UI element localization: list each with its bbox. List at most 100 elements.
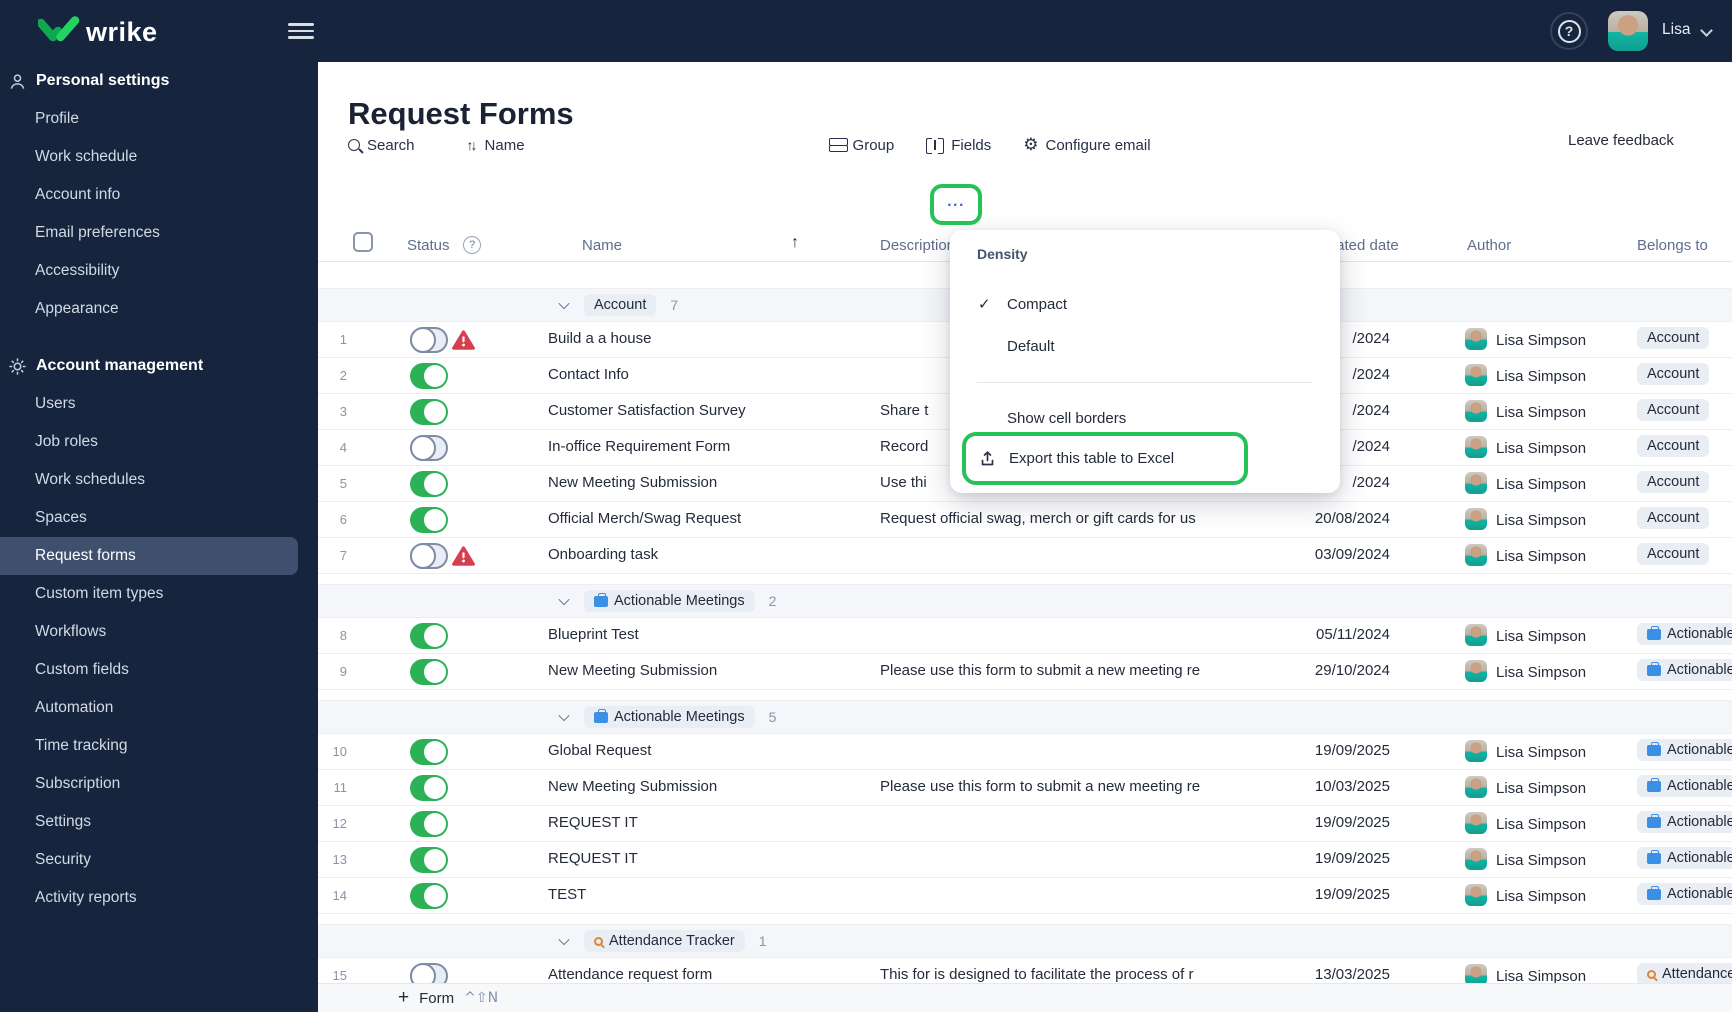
sidebar-item-spaces[interactable]: Spaces bbox=[0, 499, 318, 537]
menu-item-show-cell-borders[interactable]: Show cell borders bbox=[950, 400, 1340, 436]
sidebar-item-custom-item-types[interactable]: Custom item types bbox=[0, 575, 318, 613]
belongs-badge[interactable]: Account bbox=[1637, 399, 1710, 421]
status-toggle[interactable] bbox=[410, 327, 448, 353]
more-options-button[interactable]: ... bbox=[930, 184, 982, 225]
configure-email-button[interactable]: ⚙ Configure email bbox=[1023, 136, 1150, 154]
status-help-icon[interactable]: ? bbox=[463, 236, 481, 254]
status-toggle[interactable] bbox=[410, 507, 448, 533]
chevron-down-icon[interactable] bbox=[558, 297, 570, 310]
status-toggle[interactable] bbox=[410, 363, 448, 389]
form-name[interactable]: Contact Info bbox=[548, 366, 878, 383]
belongs-badge[interactable]: Actionable Meetings bbox=[1637, 739, 1732, 761]
status-toggle[interactable] bbox=[410, 847, 448, 873]
form-name[interactable]: Customer Satisfaction Survey bbox=[548, 402, 878, 419]
column-header-author[interactable]: Author bbox=[1467, 237, 1511, 254]
table-row[interactable]: 8 Blueprint Test 05/11/2024 Lisa Simpson Act… bbox=[318, 618, 1732, 654]
status-toggle[interactable] bbox=[410, 623, 448, 649]
belongs-badge[interactable]: Account bbox=[1637, 471, 1710, 493]
form-name[interactable]: REQUEST IT bbox=[548, 814, 878, 831]
status-toggle[interactable] bbox=[410, 883, 448, 909]
sidebar-item-request-forms[interactable]: Request forms bbox=[0, 537, 298, 575]
menu-item-default[interactable]: Default bbox=[950, 328, 1340, 364]
sidebar-item-work-schedules[interactable]: Work schedules bbox=[0, 461, 318, 499]
table-row[interactable]: 6 Official Merch/Swag Request Request offi… bbox=[318, 502, 1732, 538]
select-all-checkbox[interactable] bbox=[353, 232, 373, 252]
belongs-badge[interactable]: Actionable Meetings bbox=[1637, 847, 1732, 869]
status-toggle[interactable] bbox=[410, 399, 448, 425]
belongs-badge[interactable]: Attendance Tracker bbox=[1637, 963, 1732, 985]
group-badge[interactable]: Actionable Meetings bbox=[584, 706, 755, 728]
table-row[interactable]: 10 Global Request 19/09/2025 Lisa Simpson Ac… bbox=[318, 734, 1732, 770]
form-name[interactable]: TEST bbox=[548, 886, 878, 903]
form-name[interactable]: Onboarding task bbox=[548, 546, 878, 563]
sidebar-item-work-schedule[interactable]: Work schedule bbox=[0, 138, 318, 176]
belongs-badge[interactable]: Actionable Meetings bbox=[1637, 623, 1732, 645]
table-row[interactable]: 9 New Meeting Submission Please use this f… bbox=[318, 654, 1732, 690]
menu-item-compact[interactable]: ✓ Compact bbox=[950, 286, 1340, 322]
sidebar-item-accessibility[interactable]: Accessibility bbox=[0, 252, 318, 290]
form-name[interactable]: Official Merch/Swag Request bbox=[548, 510, 878, 527]
group-badge[interactable]: Account bbox=[584, 294, 657, 316]
sidebar-item-settings[interactable]: Settings bbox=[0, 803, 318, 841]
belongs-badge[interactable]: Actionable Meetings bbox=[1637, 883, 1732, 905]
search-button[interactable]: Search bbox=[348, 137, 415, 154]
chevron-down-icon[interactable] bbox=[1700, 24, 1713, 37]
column-header-status[interactable]: Status bbox=[407, 237, 450, 254]
sidebar-item-activity-reports[interactable]: Activity reports bbox=[0, 879, 318, 917]
form-name[interactable]: Global Request bbox=[548, 742, 878, 759]
sidebar-item-workflows[interactable]: Workflows bbox=[0, 613, 318, 651]
form-name[interactable]: In-office Requirement Form bbox=[548, 438, 878, 455]
sidebar-item-account-info[interactable]: Account info bbox=[0, 176, 318, 214]
sidebar-item-profile[interactable]: Profile bbox=[0, 100, 318, 138]
form-name[interactable]: Build a a house bbox=[548, 330, 878, 347]
sort-ascending-icon[interactable]: ↑ bbox=[791, 234, 799, 252]
status-toggle[interactable] bbox=[410, 739, 448, 765]
table-row[interactable]: 7 Onboarding task 03/09/2024 Lisa Simpson Ac… bbox=[318, 538, 1732, 574]
status-toggle[interactable] bbox=[410, 811, 448, 837]
column-header-belongs-to[interactable]: Belongs to bbox=[1637, 237, 1708, 254]
form-name[interactable]: Attendance request form bbox=[548, 966, 878, 983]
table-row[interactable]: 12 REQUEST IT 19/09/2025 Lisa Simpson Action… bbox=[318, 806, 1732, 842]
status-toggle[interactable] bbox=[410, 659, 448, 685]
group-button[interactable]: Group bbox=[828, 137, 894, 154]
table-row[interactable]: 11 New Meeting Submission Please use this … bbox=[318, 770, 1732, 806]
form-name[interactable]: New Meeting Submission bbox=[548, 662, 878, 679]
belongs-badge[interactable]: Account bbox=[1637, 507, 1710, 529]
table-row[interactable]: 14 TEST 19/09/2025 Lisa Simpson Actionable M… bbox=[318, 878, 1732, 914]
chevron-down-icon[interactable] bbox=[558, 593, 570, 606]
group-badge[interactable]: Attendance Tracker bbox=[584, 930, 745, 952]
menu-item-export-to-excel[interactable]: Export this table to Excel bbox=[962, 432, 1248, 485]
user-avatar[interactable] bbox=[1608, 11, 1648, 51]
belongs-badge[interactable]: Account bbox=[1637, 363, 1710, 385]
sidebar-item-security[interactable]: Security bbox=[0, 841, 318, 879]
sidebar-item-subscription[interactable]: Subscription bbox=[0, 765, 318, 803]
column-header-name[interactable]: Name bbox=[582, 237, 622, 254]
group-badge[interactable]: Actionable Meetings bbox=[584, 590, 755, 612]
belongs-badge[interactable]: Actionable Meetings bbox=[1637, 775, 1732, 797]
column-header-description[interactable]: Description bbox=[880, 237, 955, 254]
sidebar-item-users[interactable]: Users bbox=[0, 385, 318, 423]
hamburger-menu-icon[interactable] bbox=[288, 23, 314, 40]
form-name[interactable]: REQUEST IT bbox=[548, 850, 878, 867]
leave-feedback-link[interactable]: Leave feedback bbox=[1568, 132, 1674, 149]
status-toggle[interactable] bbox=[410, 543, 448, 569]
form-name[interactable]: New Meeting Submission bbox=[548, 474, 878, 491]
belongs-badge[interactable]: Account bbox=[1637, 327, 1710, 349]
status-toggle[interactable] bbox=[410, 775, 448, 801]
form-name[interactable]: Blueprint Test bbox=[548, 626, 878, 643]
sort-button[interactable]: ↑↓ Name bbox=[467, 137, 797, 154]
user-name[interactable]: Lisa bbox=[1662, 21, 1690, 39]
chevron-down-icon[interactable] bbox=[558, 709, 570, 722]
table-row[interactable]: 13 REQUEST IT 19/09/2025 Lisa Simpson Action… bbox=[318, 842, 1732, 878]
belongs-badge[interactable]: Account bbox=[1637, 435, 1710, 457]
status-toggle[interactable] bbox=[410, 435, 448, 461]
sidebar-item-email-preferences[interactable]: Email preferences bbox=[0, 214, 318, 252]
belongs-badge[interactable]: Account bbox=[1637, 543, 1710, 565]
belongs-badge[interactable]: Actionable Meetings bbox=[1637, 659, 1732, 681]
sidebar-item-automation[interactable]: Automation bbox=[0, 689, 318, 727]
belongs-badge[interactable]: Actionable Meetings bbox=[1637, 811, 1732, 833]
wrike-logo[interactable]: wrike bbox=[36, 14, 158, 51]
help-button[interactable]: ? bbox=[1550, 12, 1588, 50]
fields-button[interactable]: Fields bbox=[926, 137, 991, 154]
status-toggle[interactable] bbox=[410, 471, 448, 497]
